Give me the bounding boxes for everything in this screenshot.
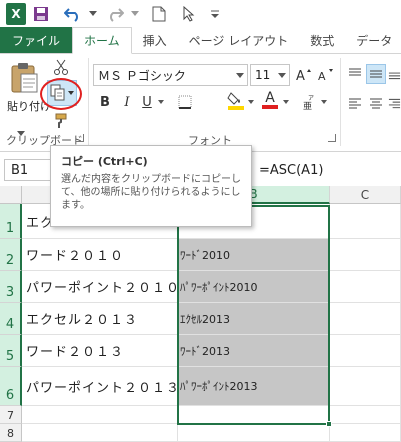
formula-input[interactable]: =ASC(A1) bbox=[250, 159, 401, 181]
quick-access-toolbar: X bbox=[0, 0, 401, 28]
svg-text:亜: 亜 bbox=[303, 101, 312, 110]
cell-a6[interactable]: パワーポイント２０１３ bbox=[22, 367, 178, 406]
shrink-font-icon[interactable]: A bbox=[316, 64, 336, 84]
cell-c2[interactable] bbox=[330, 239, 401, 271]
row-header[interactable]: 3 bbox=[0, 271, 22, 303]
align-left-icon[interactable] bbox=[346, 94, 364, 114]
cell-a3[interactable]: パワーポイント２０１０ bbox=[22, 271, 178, 303]
group-separator bbox=[340, 58, 341, 146]
cell-c6[interactable] bbox=[330, 367, 401, 406]
svg-text:ア: ア bbox=[308, 95, 314, 102]
cell-b6[interactable]: ﾊﾟﾜｰﾎﾟｲﾝﾄ2013 bbox=[178, 367, 330, 406]
bold-button[interactable]: B bbox=[96, 92, 114, 112]
tooltip-title: コピー (Ctrl+C) bbox=[61, 155, 148, 168]
undo-dropdown-icon[interactable] bbox=[88, 3, 98, 25]
cell-c5[interactable] bbox=[330, 335, 401, 367]
font-name-value: ＭＳ Ｐゴシック bbox=[98, 68, 186, 83]
cell-c3[interactable] bbox=[330, 271, 401, 303]
fill-color-dropdown-icon[interactable] bbox=[247, 92, 255, 112]
format-painter-icon[interactable] bbox=[50, 112, 72, 130]
cell-c8[interactable] bbox=[330, 424, 401, 442]
column-header-c[interactable]: C bbox=[330, 186, 401, 204]
font-color-button[interactable]: A bbox=[260, 90, 280, 110]
cell-b4[interactable]: ｴｸｾﾙ2013 bbox=[178, 303, 330, 335]
font-color-dropdown-icon[interactable] bbox=[282, 92, 290, 112]
excel-window: X ファイル ホーム 挿入 ページ レイアウト 数式 データ 貼り付け クリップ… bbox=[0, 0, 401, 442]
font-color-glyph: A bbox=[265, 90, 275, 106]
new-file-icon[interactable] bbox=[148, 3, 170, 25]
cell-c4[interactable] bbox=[330, 303, 401, 335]
font-color-swatch bbox=[262, 105, 278, 109]
copy-tooltip: コピー (Ctrl+C) 選んだ内容をクリップボードにコピーして、他の場所に貼り… bbox=[50, 145, 252, 227]
name-box[interactable]: B1 bbox=[4, 159, 52, 181]
cell-a4[interactable]: エクセル２０１３ bbox=[22, 303, 178, 335]
tooltip-body: 選んだ内容をクリップボードにコピーして、他の場所に貼り付けられるようにします。 bbox=[61, 174, 241, 211]
ribbon-tabs: ファイル ホーム 挿入 ページ レイアウト 数式 データ bbox=[0, 27, 401, 54]
paste-button[interactable]: 貼り付け bbox=[3, 58, 51, 124]
paste-icon bbox=[11, 63, 38, 93]
cell-b2[interactable]: ﾜｰﾄﾞ2010 bbox=[178, 239, 330, 271]
font-size-dropdown-icon bbox=[278, 73, 286, 78]
align-top-icon[interactable] bbox=[346, 64, 364, 84]
svg-text:A: A bbox=[318, 70, 326, 81]
align-bottom-icon[interactable] bbox=[388, 64, 401, 84]
clipboard-launcher-icon[interactable] bbox=[76, 134, 84, 142]
redo-icon[interactable] bbox=[104, 3, 126, 25]
row-header[interactable]: 1 bbox=[0, 204, 22, 239]
tab-file[interactable]: ファイル bbox=[0, 27, 73, 53]
row-header[interactable]: 5 bbox=[0, 335, 22, 367]
font-name-dropdown-icon bbox=[236, 73, 244, 78]
font-size-combo[interactable]: 11 bbox=[250, 64, 290, 86]
row-header[interactable]: 8 bbox=[0, 424, 22, 442]
row-header[interactable]: 6 bbox=[0, 367, 22, 406]
tab-insert[interactable]: 挿入 bbox=[132, 27, 178, 53]
font-name-combo[interactable]: ＭＳ Ｐゴシック bbox=[93, 64, 248, 86]
group-separator bbox=[88, 58, 89, 146]
copy-highlight-circle bbox=[40, 78, 82, 110]
phonetic-dropdown-icon[interactable] bbox=[320, 92, 328, 112]
tab-home[interactable]: ホーム bbox=[72, 27, 132, 54]
cell-b3[interactable]: ﾊﾟﾜｰﾎﾟｲﾝﾄ2010 bbox=[178, 271, 330, 303]
row-header[interactable]: 7 bbox=[0, 406, 22, 424]
underline-dropdown-icon[interactable] bbox=[156, 92, 166, 112]
tab-formulas[interactable]: 数式 bbox=[299, 27, 345, 53]
save-icon[interactable] bbox=[30, 3, 52, 25]
align-right-icon[interactable] bbox=[388, 94, 401, 114]
cell-b7[interactable] bbox=[178, 406, 330, 424]
undo-icon[interactable] bbox=[62, 3, 84, 25]
underline-button[interactable]: U bbox=[138, 92, 156, 112]
fill-handle[interactable] bbox=[326, 421, 332, 427]
align-middle-icon[interactable] bbox=[366, 64, 386, 84]
phonetic-guide-icon[interactable]: ア亜 bbox=[300, 92, 320, 112]
cell-c7[interactable] bbox=[330, 406, 401, 424]
customize-qat-icon[interactable] bbox=[208, 3, 222, 25]
tab-page-layout[interactable]: ページ レイアウト bbox=[178, 27, 300, 53]
borders-icon[interactable] bbox=[175, 92, 195, 112]
cell-a2[interactable]: ワード２０１０ bbox=[22, 239, 178, 271]
font-launcher-icon[interactable] bbox=[328, 134, 336, 142]
cell-a8[interactable] bbox=[22, 424, 178, 442]
cell-c1[interactable] bbox=[330, 204, 401, 239]
row-header[interactable]: 4 bbox=[0, 303, 22, 335]
ribbon-home: 貼り付け クリップボード ＭＳ Ｐゴシック 11 A A B I U A ア 亜… bbox=[0, 54, 401, 152]
grow-font-icon[interactable]: A bbox=[294, 64, 314, 84]
cell-b5[interactable]: ﾜｰﾄﾞ2013 bbox=[178, 335, 330, 367]
cell-b8[interactable] bbox=[178, 424, 330, 442]
pointer-icon[interactable] bbox=[178, 3, 200, 25]
excel-logo-icon[interactable]: X bbox=[6, 3, 26, 25]
excel-logo-text: X bbox=[11, 7, 21, 21]
fill-color-icon[interactable] bbox=[225, 90, 247, 110]
italic-button[interactable]: I bbox=[118, 92, 136, 112]
svg-text:A: A bbox=[296, 69, 305, 81]
tab-data[interactable]: データ bbox=[345, 27, 401, 53]
cut-icon[interactable] bbox=[50, 58, 72, 76]
redo-dropdown-icon[interactable] bbox=[130, 3, 140, 25]
align-center-icon[interactable] bbox=[366, 94, 386, 114]
row-header[interactable]: 2 bbox=[0, 239, 22, 271]
cell-a7[interactable] bbox=[22, 406, 178, 424]
cell-a5[interactable]: ワード２０１３ bbox=[22, 335, 178, 367]
select-all-corner[interactable] bbox=[0, 186, 22, 204]
font-size-value: 11 bbox=[255, 68, 271, 82]
